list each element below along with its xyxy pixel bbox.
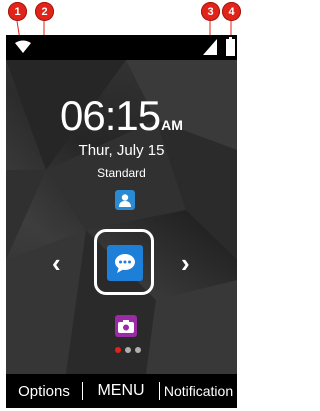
clock-time: 06:15 [60,92,161,139]
right-arrow-icon[interactable]: › [181,250,190,276]
messages-app-icon[interactable] [107,245,143,281]
battery-icon [226,37,235,56]
page-dot-active [115,347,121,353]
softkey-right[interactable]: Notification [160,383,237,399]
contacts-app-icon[interactable] [115,190,135,210]
clock: 06:15AM [6,92,237,140]
camera-app-icon[interactable] [115,315,137,337]
status-bar [6,35,237,60]
page-indicator [115,347,141,353]
wifi-icon [15,40,31,53]
contact-icon [119,194,131,207]
clock-ampm: AM [161,117,183,133]
softkey-left[interactable]: Options [6,383,82,400]
softkey-bar: Options MENU Notification [6,374,237,408]
home-screen: 06:15AM Thur, July 15 Standard ‹ › [6,60,237,374]
camera-icon [118,320,134,333]
date-label: Thur, July 15 [78,142,165,159]
signal-icon [203,39,217,55]
page-dot [125,347,131,353]
profile-label: Standard [97,166,146,180]
message-icon [115,254,135,273]
softkey-center[interactable]: MENU [83,382,159,400]
page-dot [135,347,141,353]
left-arrow-icon[interactable]: ‹ [52,250,61,276]
